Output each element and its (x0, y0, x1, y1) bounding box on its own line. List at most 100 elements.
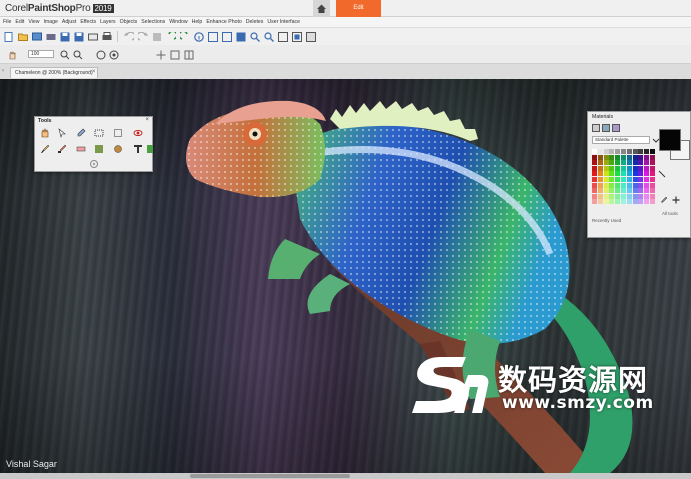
fill-icon[interactable] (94, 144, 104, 154)
document-tab[interactable]: Chameleon @ 200% (Background) (10, 67, 98, 78)
color-swatch[interactable] (650, 171, 655, 177)
color-swatch[interactable] (638, 182, 644, 188)
color-swatch[interactable] (603, 160, 609, 166)
color-swatch[interactable] (597, 177, 603, 182)
info-button[interactable] (193, 31, 204, 42)
color-swatch[interactable] (592, 160, 597, 166)
color-swatch[interactable] (626, 199, 632, 205)
color-swatch[interactable] (632, 177, 638, 182)
color-swatch[interactable] (615, 149, 621, 154)
color-swatch[interactable] (609, 193, 615, 199)
full-screen-button[interactable] (291, 31, 302, 42)
color-swatch[interactable] (650, 199, 655, 205)
color-swatch[interactable] (621, 149, 626, 154)
color-swatch[interactable] (603, 171, 609, 177)
color-swatch[interactable] (592, 188, 597, 194)
color-swatch[interactable] (621, 193, 626, 199)
color-swatch[interactable] (609, 154, 615, 160)
open-button[interactable] (17, 31, 28, 42)
red-eye-icon[interactable] (133, 128, 143, 138)
menu-selections[interactable]: Selections (141, 19, 165, 25)
color-swatch[interactable] (603, 177, 609, 182)
color-swatch[interactable] (597, 149, 603, 154)
color-swatch[interactable] (638, 160, 644, 166)
color-swatch[interactable] (626, 165, 632, 171)
color-swatch[interactable] (609, 199, 615, 205)
color-swatch[interactable] (626, 188, 632, 194)
color-swatch[interactable] (621, 188, 626, 194)
menu-image[interactable]: Image (43, 19, 57, 25)
color-swatch[interactable] (592, 193, 597, 199)
menu-window[interactable]: Window (169, 19, 187, 25)
canvas-size-button[interactable] (221, 31, 232, 42)
redo-button[interactable] (137, 31, 148, 42)
transform-icon[interactable] (170, 50, 180, 60)
color-swatch[interactable] (638, 149, 644, 154)
color-swatch[interactable] (632, 154, 638, 160)
color-swatch[interactable] (621, 199, 626, 205)
history-button[interactable] (151, 31, 162, 42)
zoom-field[interactable]: 100 (28, 50, 54, 58)
color-swatch[interactable] (626, 154, 632, 160)
eraser-icon[interactable] (76, 144, 86, 154)
zoom-out-icon[interactable] (73, 50, 83, 60)
color-swatch[interactable] (621, 171, 626, 177)
brush-icon[interactable] (40, 144, 50, 154)
menu-layers[interactable]: Layers (100, 19, 116, 25)
color-swatch[interactable] (632, 188, 638, 194)
selection-icon[interactable] (94, 128, 104, 138)
menu-edit[interactable]: Edit (15, 19, 24, 25)
scrollbar-thumb[interactable] (190, 474, 350, 478)
color-swatch[interactable] (644, 149, 650, 154)
menu-file[interactable]: File (3, 19, 11, 25)
dropper-icon[interactable] (76, 128, 86, 138)
menu-objects[interactable]: Objects (120, 19, 138, 25)
color-swatch[interactable] (615, 199, 621, 205)
color-swatch[interactable] (626, 149, 632, 154)
add-swatch-icon[interactable] (672, 196, 680, 204)
pick-tool-icon[interactable] (57, 128, 67, 138)
foreground-color[interactable] (659, 129, 681, 151)
color-swatch[interactable] (650, 182, 655, 188)
color-swatch[interactable] (644, 177, 650, 182)
color-swatch[interactable] (609, 171, 615, 177)
close-icon[interactable]: × (92, 69, 96, 75)
tools-palette[interactable]: Tools × (34, 116, 153, 172)
new-button[interactable] (3, 31, 14, 42)
color-swatch[interactable] (603, 165, 609, 171)
shape-icon[interactable] (147, 144, 153, 154)
dropper-icon[interactable] (660, 196, 668, 204)
pan-tool-icon[interactable] (40, 128, 50, 138)
color-swatch[interactable] (609, 160, 615, 166)
grid-icon[interactable] (184, 50, 194, 60)
zoom-in-button[interactable] (249, 31, 260, 42)
swatches-icon[interactable] (612, 124, 620, 132)
color-swatch[interactable] (592, 182, 597, 188)
color-swatch[interactable] (626, 193, 632, 199)
save-as-button[interactable] (73, 31, 84, 42)
dodge-icon[interactable] (113, 144, 123, 154)
color-swatch[interactable] (650, 160, 655, 166)
undo-button[interactable] (123, 31, 134, 42)
clone-brush-icon[interactable] (57, 144, 67, 154)
color-swatch[interactable] (621, 160, 626, 166)
color-swatch[interactable] (632, 193, 638, 199)
color-swatch[interactable] (609, 165, 615, 171)
crop-button[interactable] (235, 31, 246, 42)
palettes-button[interactable] (305, 31, 316, 42)
color-swatch[interactable] (650, 154, 655, 160)
color-swatch[interactable] (597, 165, 603, 171)
color-swatch[interactable] (638, 154, 644, 160)
color-swatch[interactable] (644, 160, 650, 166)
color-swatch[interactable] (597, 199, 603, 205)
more-tools-icon[interactable] (89, 159, 99, 169)
color-swatch[interactable] (597, 188, 603, 194)
color-swatch[interactable] (650, 165, 655, 171)
color-swatch[interactable] (632, 199, 638, 205)
rotate-left-button[interactable] (165, 31, 176, 42)
color-swatch[interactable] (615, 160, 621, 166)
color-swatch[interactable] (609, 149, 615, 154)
color-swatch-grid[interactable] (592, 149, 656, 205)
horizontal-scrollbar[interactable] (0, 473, 691, 479)
color-swatch[interactable] (632, 149, 638, 154)
